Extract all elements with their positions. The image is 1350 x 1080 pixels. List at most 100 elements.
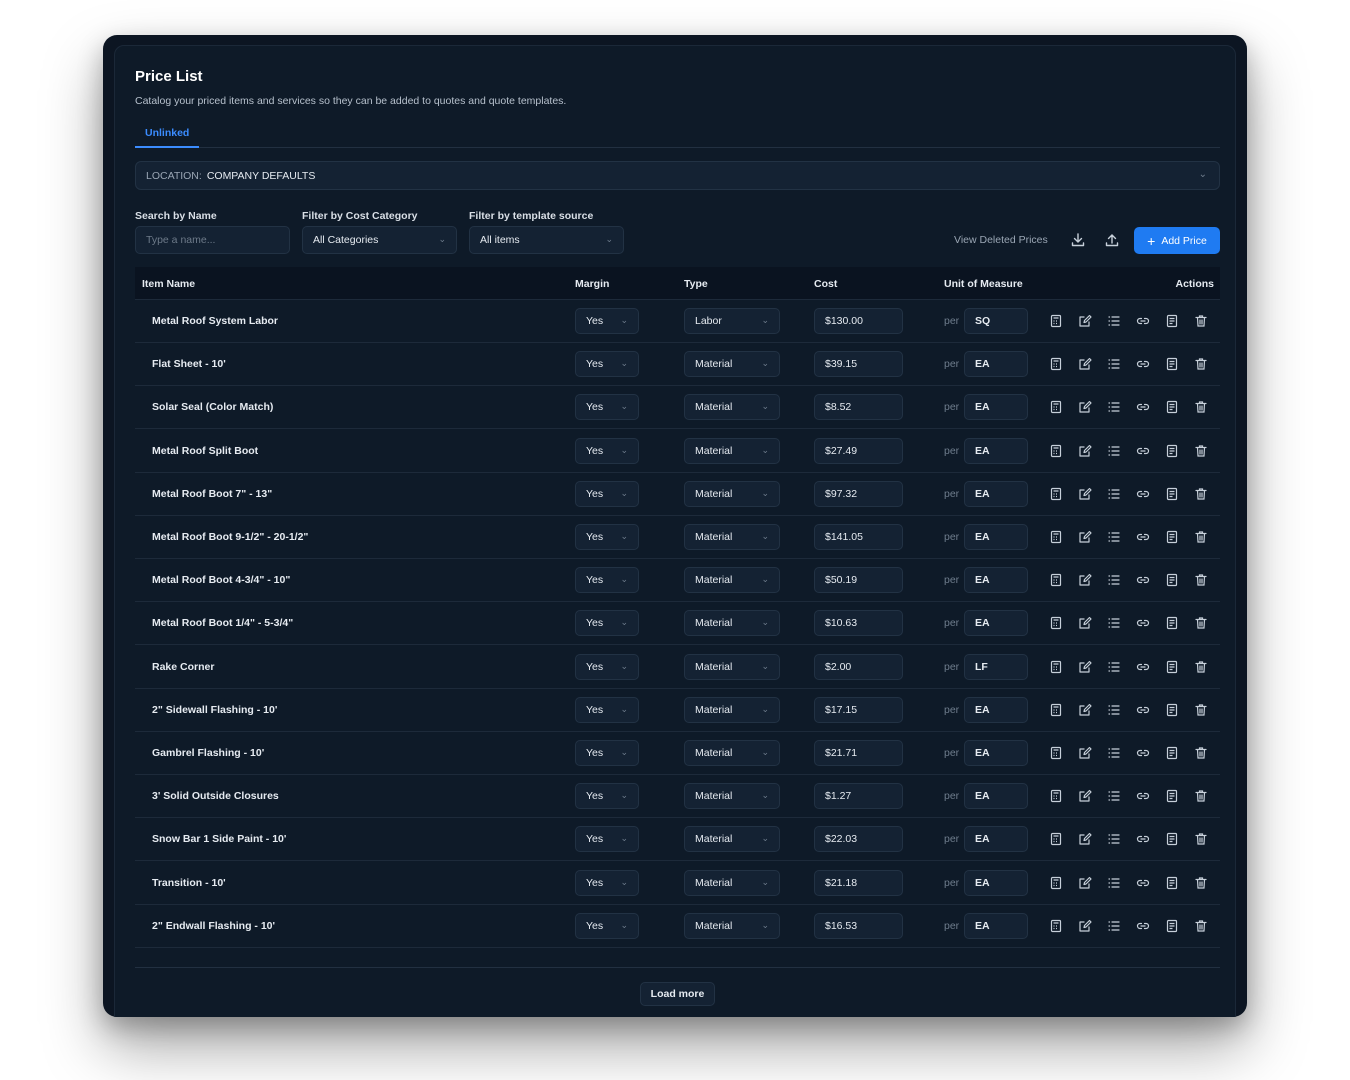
calculator-icon[interactable] [1049, 703, 1063, 717]
cost-input[interactable]: $22.03 [814, 826, 903, 853]
type-select[interactable]: Labor ⌄ [684, 308, 780, 334]
calculator-icon[interactable] [1049, 400, 1063, 414]
edit-icon[interactable] [1078, 832, 1092, 846]
calculator-icon[interactable] [1049, 660, 1063, 674]
type-select[interactable]: Material ⌄ [684, 524, 780, 550]
type-select[interactable]: Material ⌄ [684, 351, 780, 378]
margin-select[interactable]: Yes ⌄ [575, 653, 639, 680]
margin-select[interactable]: Yes ⌄ [575, 610, 639, 637]
edit-icon[interactable] [1078, 616, 1092, 630]
uom-input[interactable]: EA [964, 610, 1028, 637]
link-icon[interactable] [1136, 400, 1150, 414]
location-select[interactable]: LOCATION: COMPANY DEFAULTS ⌄ [135, 161, 1220, 190]
trash-icon[interactable] [1194, 703, 1208, 717]
document-icon[interactable] [1165, 573, 1179, 587]
link-icon[interactable] [1136, 530, 1150, 544]
calculator-icon[interactable] [1049, 616, 1063, 630]
calculator-icon[interactable] [1049, 919, 1063, 933]
list-icon[interactable] [1107, 314, 1121, 328]
load-more-button[interactable]: Load more [640, 982, 715, 1006]
uom-input[interactable]: EA [964, 912, 1028, 939]
edit-icon[interactable] [1078, 876, 1092, 890]
link-icon[interactable] [1136, 746, 1150, 760]
search-input[interactable] [135, 226, 290, 254]
uom-input[interactable]: LF [964, 653, 1028, 680]
cost-input[interactable]: $8.52 [814, 394, 903, 421]
type-select[interactable]: Material ⌄ [684, 869, 780, 896]
document-icon[interactable] [1165, 487, 1179, 501]
upload-icon[interactable] [1104, 232, 1120, 248]
type-select[interactable]: Material ⌄ [684, 783, 780, 810]
edit-icon[interactable] [1078, 487, 1092, 501]
type-select[interactable]: Material ⌄ [684, 394, 780, 421]
margin-select[interactable]: Yes ⌄ [575, 826, 639, 853]
uom-input[interactable]: EA [964, 869, 1028, 896]
trash-icon[interactable] [1194, 573, 1208, 587]
cost-input[interactable]: $21.71 [814, 740, 903, 766]
margin-select[interactable]: Yes ⌄ [575, 308, 639, 334]
uom-input[interactable]: EA [964, 437, 1028, 464]
trash-icon[interactable] [1194, 400, 1208, 414]
document-icon[interactable] [1165, 444, 1179, 458]
document-icon[interactable] [1165, 400, 1179, 414]
type-select[interactable]: Material ⌄ [684, 696, 780, 723]
uom-input[interactable]: EA [964, 394, 1028, 421]
calculator-icon[interactable] [1049, 789, 1063, 803]
edit-icon[interactable] [1078, 530, 1092, 544]
document-icon[interactable] [1165, 357, 1179, 371]
cost-input[interactable]: $97.32 [814, 480, 903, 507]
uom-input[interactable]: EA [964, 783, 1028, 810]
margin-select[interactable]: Yes ⌄ [575, 912, 639, 939]
type-select[interactable]: Material ⌄ [684, 480, 780, 507]
list-icon[interactable] [1107, 444, 1121, 458]
margin-select[interactable]: Yes ⌄ [575, 351, 639, 378]
cost-input[interactable]: $10.63 [814, 610, 903, 637]
cost-input[interactable]: $17.15 [814, 696, 903, 723]
list-icon[interactable] [1107, 876, 1121, 890]
cost-input[interactable]: $39.15 [814, 351, 903, 378]
document-icon[interactable] [1165, 703, 1179, 717]
calculator-icon[interactable] [1049, 444, 1063, 458]
trash-icon[interactable] [1194, 444, 1208, 458]
margin-select[interactable]: Yes ⌄ [575, 783, 639, 810]
trash-icon[interactable] [1194, 616, 1208, 630]
link-icon[interactable] [1136, 616, 1150, 630]
trash-icon[interactable] [1194, 919, 1208, 933]
trash-icon[interactable] [1194, 746, 1208, 760]
cost-input[interactable]: $2.00 [814, 653, 903, 680]
link-icon[interactable] [1136, 314, 1150, 328]
uom-input[interactable]: EA [964, 826, 1028, 853]
type-select[interactable]: Material ⌄ [684, 653, 780, 680]
type-select[interactable]: Material ⌄ [684, 437, 780, 464]
margin-select[interactable]: Yes ⌄ [575, 869, 639, 896]
template-source-select[interactable]: All items ⌄ [469, 226, 624, 254]
link-icon[interactable] [1136, 660, 1150, 674]
document-icon[interactable] [1165, 660, 1179, 674]
trash-icon[interactable] [1194, 314, 1208, 328]
trash-icon[interactable] [1194, 357, 1208, 371]
cost-input[interactable]: $16.53 [814, 912, 903, 939]
edit-icon[interactable] [1078, 919, 1092, 933]
type-select[interactable]: Material ⌄ [684, 610, 780, 637]
uom-input[interactable]: EA [964, 696, 1028, 723]
document-icon[interactable] [1165, 919, 1179, 933]
trash-icon[interactable] [1194, 832, 1208, 846]
edit-icon[interactable] [1078, 789, 1092, 803]
list-icon[interactable] [1107, 573, 1121, 587]
list-icon[interactable] [1107, 832, 1121, 846]
list-icon[interactable] [1107, 789, 1121, 803]
calculator-icon[interactable] [1049, 573, 1063, 587]
margin-select[interactable]: Yes ⌄ [575, 437, 639, 464]
uom-input[interactable]: EA [964, 480, 1028, 507]
document-icon[interactable] [1165, 530, 1179, 544]
type-select[interactable]: Material ⌄ [684, 567, 780, 594]
document-icon[interactable] [1165, 789, 1179, 803]
margin-select[interactable]: Yes ⌄ [575, 524, 639, 550]
view-deleted-prices-link[interactable]: View Deleted Prices [954, 234, 1048, 246]
list-icon[interactable] [1107, 703, 1121, 717]
cost-input[interactable]: $130.00 [814, 308, 903, 334]
download-icon[interactable] [1070, 232, 1086, 248]
cost-input[interactable]: $141.05 [814, 524, 903, 550]
type-select[interactable]: Material ⌄ [684, 740, 780, 766]
calculator-icon[interactable] [1049, 487, 1063, 501]
